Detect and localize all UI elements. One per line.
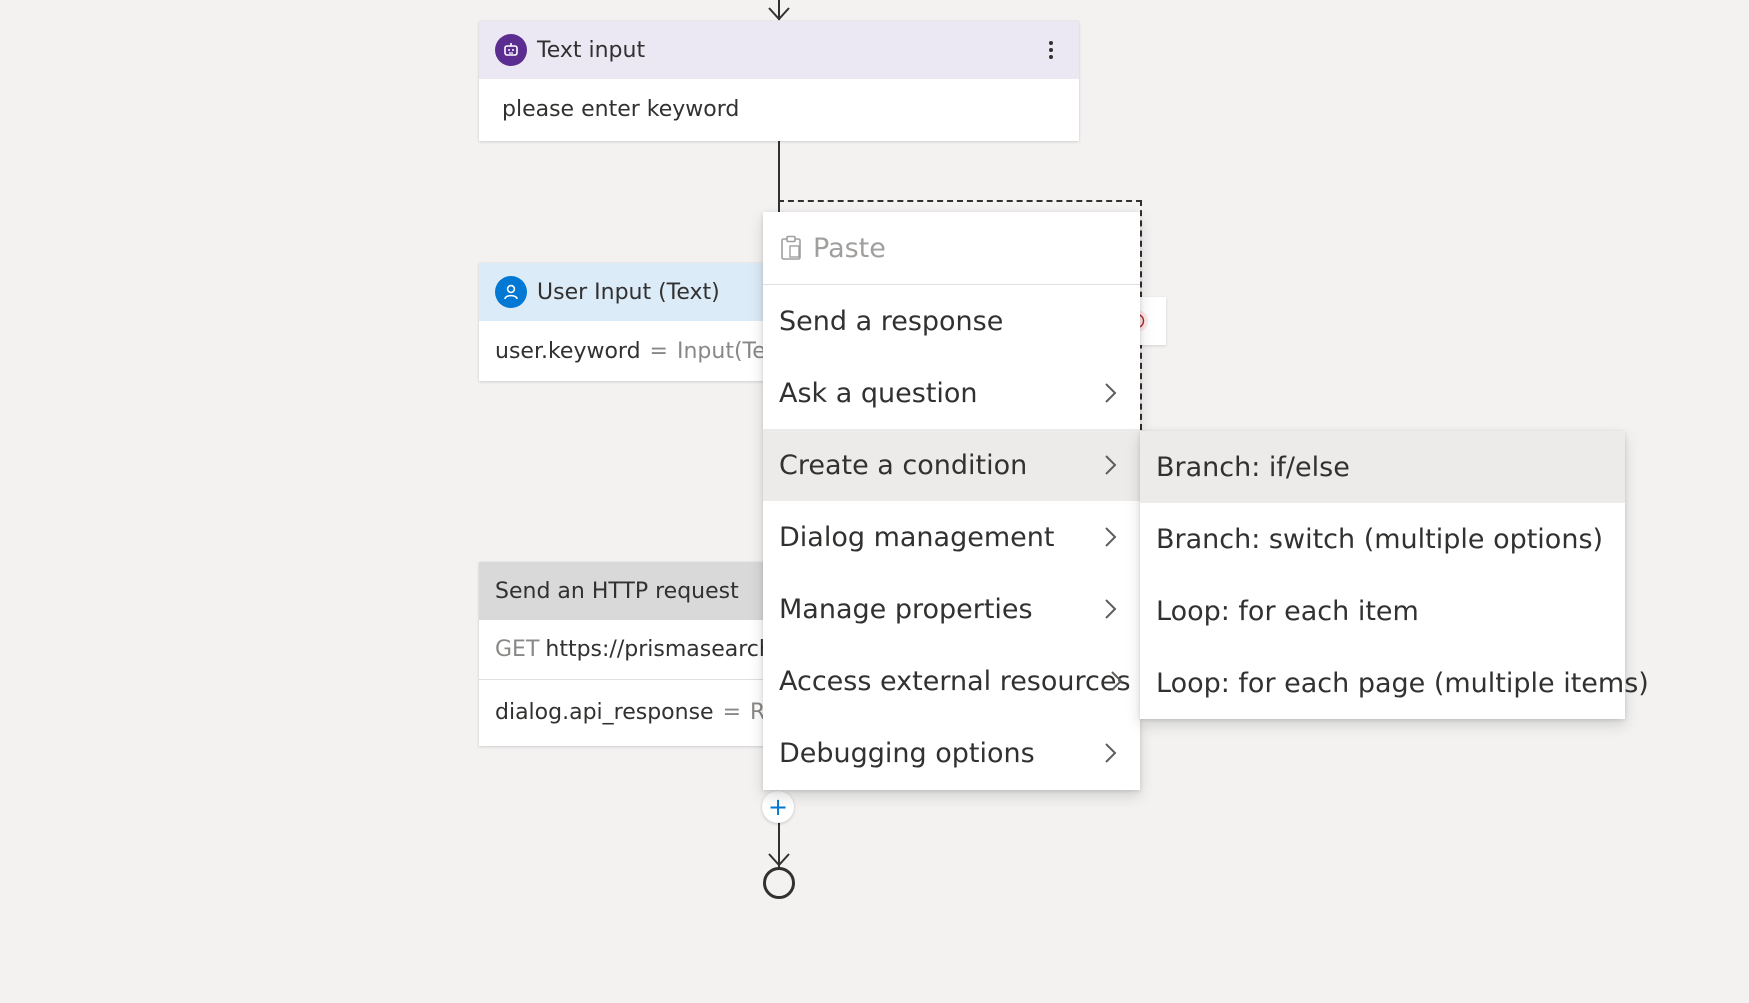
arrow-down-icon (768, 853, 790, 867)
submenu-item-loop-for-each-item[interactable]: Loop: for each item (1140, 575, 1625, 647)
user-input-node-body: user.keyword = Input(Text (479, 321, 764, 381)
submenu-item-label: Branch: if/else (1156, 451, 1350, 483)
chevron-right-icon (1105, 455, 1117, 475)
user-input-node-title: User Input (Text) (537, 279, 720, 305)
menu-item-dialog-management[interactable]: Dialog management (763, 501, 1140, 573)
http-request-node-title: Send an HTTP request (495, 578, 739, 604)
condition-submenu: Branch: if/else Branch: switch (multiple… (1140, 431, 1649, 719)
chevron-right-icon (1105, 743, 1117, 763)
submenu-item-loop-for-each-page[interactable]: Loop: for each page (multiple items) (1140, 647, 1649, 719)
user-input-node-header: User Input (Text) (479, 263, 764, 321)
text-input-node[interactable]: Text input please enter keyword (479, 21, 1079, 141)
menu-item-send-response[interactable]: Send a response (763, 285, 1140, 357)
http-result-property: dialog.api_response (495, 700, 714, 725)
person-icon (495, 276, 527, 308)
paste-label: Paste (813, 232, 886, 264)
submenu-item-branch-if-else[interactable]: Branch: if/else (1140, 431, 1625, 503)
user-input-node[interactable]: User Input (Text) user.keyword = Input(T… (479, 263, 764, 381)
menu-item-manage-properties[interactable]: Manage properties (763, 573, 1140, 645)
menu-item-label: Send a response (779, 305, 1004, 337)
chevron-right-icon (1105, 383, 1117, 403)
text-input-node-title: Text input (537, 37, 646, 63)
menu-item-debugging-options[interactable]: Debugging options (763, 717, 1140, 789)
http-request-node[interactable]: Send an HTTP request GET https://prismas… (479, 562, 764, 746)
clipboard-icon (781, 235, 801, 260)
user-input-property: user.keyword (495, 338, 641, 364)
menu-item-paste[interactable]: Paste (763, 212, 1140, 284)
menu-item-label: Debugging options (779, 737, 1035, 769)
chevron-right-icon (1111, 671, 1123, 691)
menu-item-label: Dialog management (779, 521, 1055, 553)
menu-item-label: Ask a question (779, 377, 978, 409)
menu-item-label: Manage properties (779, 593, 1033, 625)
text-input-node-header: Text input (479, 21, 1079, 79)
more-vertical-icon[interactable] (1045, 34, 1057, 66)
arrow-down-icon (768, 7, 790, 21)
http-url: https://prismasearch- (545, 637, 764, 662)
plus-icon: + (767, 793, 789, 821)
submenu-item-label: Branch: switch (multiple options) (1156, 523, 1604, 555)
http-result-value: Res (750, 700, 764, 725)
menu-item-label: Create a condition (779, 449, 1028, 481)
equals-sign: = (649, 338, 668, 364)
submenu-item-label: Loop: for each page (multiple items) (1156, 667, 1649, 699)
menu-item-create-condition[interactable]: Create a condition (763, 429, 1140, 501)
text-input-prompt: please enter keyword (502, 96, 740, 122)
context-menu: Paste Send a response Ask a question Cre… (763, 212, 1140, 790)
submenu-item-label: Loop: for each item (1156, 595, 1419, 627)
http-request-node-header: Send an HTTP request (479, 562, 764, 620)
add-node-button[interactable]: + (762, 791, 794, 823)
menu-item-ask-question[interactable]: Ask a question (763, 357, 1140, 429)
user-input-value: Input(Text (676, 338, 764, 364)
submenu-item-branch-switch[interactable]: Branch: switch (multiple options) (1140, 503, 1625, 575)
equals-sign: = (722, 700, 742, 725)
menu-item-access-external-resources[interactable]: Access external resources (763, 645, 1140, 717)
http-request-url-row: GET https://prismasearch- (479, 620, 764, 680)
chevron-right-icon (1105, 527, 1117, 547)
http-method: GET (495, 637, 540, 662)
chevron-right-icon (1105, 599, 1117, 619)
http-result-row: dialog.api_response = Res (479, 680, 764, 745)
menu-item-label: Access external resources (779, 665, 1131, 697)
text-input-node-body: please enter keyword (479, 79, 1079, 139)
end-circle-icon (763, 867, 795, 899)
bot-icon (495, 34, 527, 66)
